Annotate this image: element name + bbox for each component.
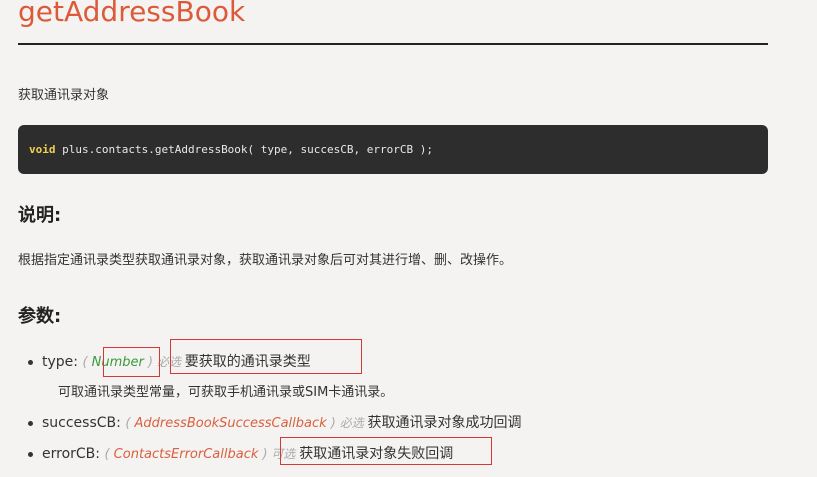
param-close-paren: )	[326, 416, 336, 431]
param-open-paren: (	[125, 416, 135, 431]
api-description: 获取通讯录对象	[18, 88, 110, 103]
param-type-subdesc: 可取通讯录类型常量，可获取手机通讯录或SIM卡通讯录。	[58, 385, 394, 400]
code-keyword: void	[29, 143, 56, 156]
page-title: getAddressBook	[18, 0, 246, 28]
code-signature: plus.contacts.getAddressBook( type, succ…	[55, 143, 433, 156]
code-block[interactable]: void plus.contacts.getAddressBook( type,…	[18, 125, 768, 174]
highlight-box-type-desc	[170, 339, 362, 374]
param-open-paren: (	[82, 355, 92, 370]
param-required: 必选	[335, 416, 368, 430]
param-name: errorCB:	[42, 446, 105, 462]
highlight-box-errorcb-desc	[280, 437, 492, 465]
explain-heading: 说明:	[18, 205, 62, 226]
param-type-link[interactable]: ContactsErrorCallback	[114, 447, 259, 462]
bullet-icon	[28, 360, 33, 365]
param-close-paren: )	[258, 447, 268, 462]
param-name: type:	[42, 354, 83, 370]
param-name: successCB:	[42, 415, 126, 431]
param-open-paren: (	[104, 447, 114, 462]
title-divider	[18, 43, 768, 45]
params-heading: 参数:	[18, 306, 62, 327]
bullet-icon	[28, 452, 33, 457]
param-type-link[interactable]: AddressBookSuccessCallback	[135, 416, 327, 431]
highlight-box-type	[103, 347, 160, 377]
bullet-icon	[28, 421, 33, 426]
explain-text: 根据指定通讯录类型获取通讯录对象，获取通讯录对象后可对其进行增、删、改操作。	[18, 253, 513, 268]
param-item-successcb: successCB: ( AddressBookSuccessCallback …	[28, 413, 522, 434]
param-desc: 获取通讯录对象成功回调	[367, 415, 522, 431]
